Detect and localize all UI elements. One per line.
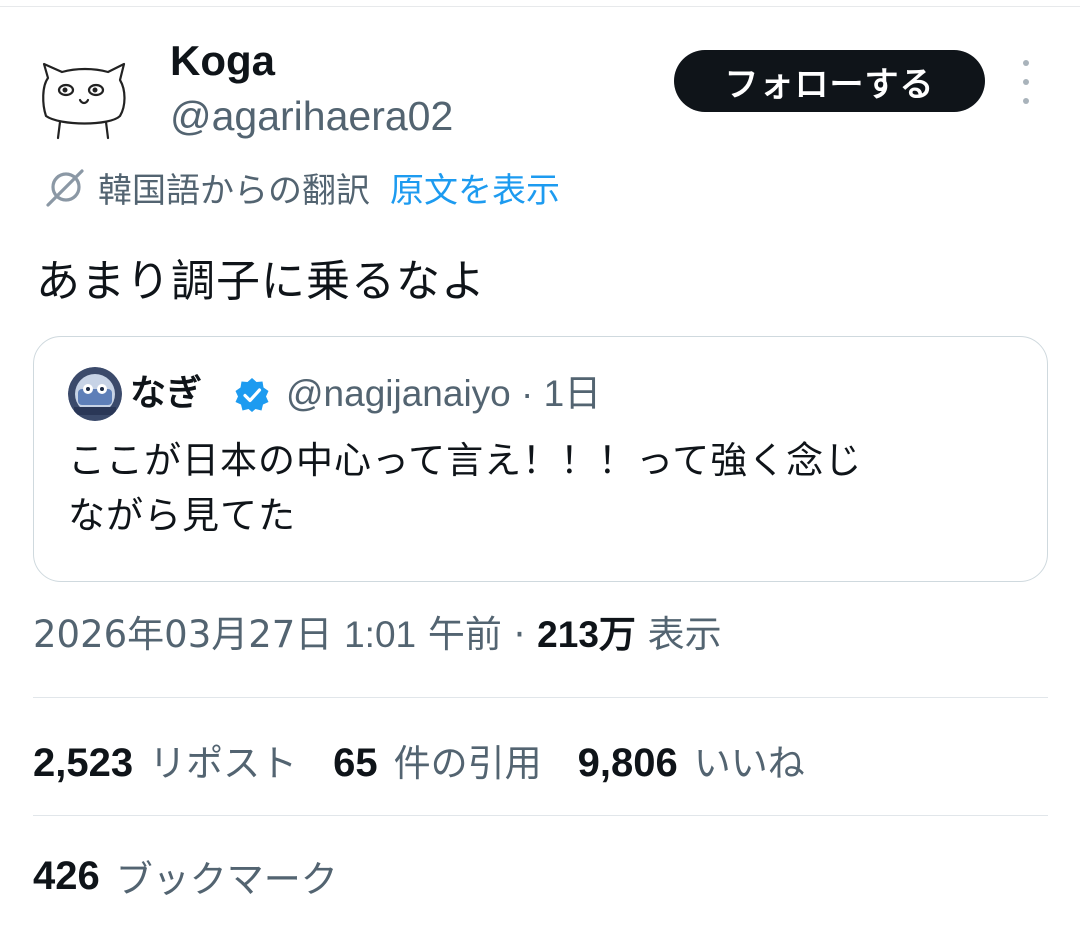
divider <box>33 697 1048 698</box>
quotes-label: 件の引用 <box>393 742 542 785</box>
reposts-count: 2,523 <box>33 741 134 785</box>
bookmarks-stat[interactable]: 426 ブックマーク <box>33 846 338 906</box>
likes-label: いいね <box>693 742 805 785</box>
follow-button[interactable]: フォローする <box>674 50 985 112</box>
engagement-stats: 2,523 リポスト 65 件の引用 9,806 いいね <box>33 730 841 790</box>
timestamp-date[interactable]: 2026年03月27日 <box>33 613 332 656</box>
quotes-stat[interactable]: 65 件の引用 <box>333 733 542 787</box>
translate-icon <box>46 169 84 207</box>
quoted-tweet-card[interactable]: なぎ @nagijanaiyo · 1日 ここが日本の中心って言え！！！って強く… <box>33 336 1048 582</box>
views-count: 213万 <box>537 614 636 655</box>
bookmarks-label: ブックマーク <box>115 858 338 901</box>
author-handle[interactable]: @agarihaera02 <box>170 92 453 140</box>
reposts-stat[interactable]: 2,523 リポスト <box>33 733 297 787</box>
timestamp-ampm[interactable]: 午前 <box>428 613 502 656</box>
reposts-label: リポスト <box>149 742 298 785</box>
top-divider <box>0 6 1080 7</box>
quoted-author-avatar[interactable] <box>68 367 122 421</box>
quotes-count: 65 <box>333 741 378 785</box>
divider <box>33 815 1048 816</box>
verified-badge-icon <box>235 378 269 412</box>
quoted-author-name[interactable]: なぎ <box>130 367 202 421</box>
avatar-image <box>68 367 122 421</box>
views-label: 表示 <box>647 613 722 656</box>
bookmarks-count: 426 <box>33 853 100 898</box>
translation-label: 韓国語からの翻訳 <box>98 170 370 211</box>
author-display-name[interactable]: Koga <box>170 36 275 86</box>
likes-stat[interactable]: 9,806 いいね <box>578 733 805 787</box>
author-avatar[interactable] <box>36 56 132 144</box>
likes-count: 9,806 <box>577 741 678 785</box>
cat-doodle-icon <box>42 62 126 140</box>
timestamp-time[interactable]: 1:01 <box>344 614 416 655</box>
tweet-text: あまり調子に乗るなよ <box>36 256 486 307</box>
show-original-link[interactable]: 原文を表示 <box>390 163 560 212</box>
translation-row: 韓国語からの翻訳 原文を表示 <box>42 160 560 214</box>
quoted-tweet-text: ここが日本の中心って言え！！！って強く念じ ながら見てた <box>68 433 1028 543</box>
quoted-text-line: ここが日本の中心って言え！！！って強く念じ <box>68 439 863 482</box>
quoted-handle-and-time[interactable]: @nagijanaiyo · 1日 <box>286 367 601 421</box>
quoted-text-line: ながら見てた <box>68 494 296 537</box>
more-vertical-icon[interactable] <box>1014 60 1038 104</box>
timestamp-separator: · <box>513 613 526 656</box>
timestamp-row: 2026年03月27日 1:01 午前 · 213万 表示 <box>33 606 722 664</box>
